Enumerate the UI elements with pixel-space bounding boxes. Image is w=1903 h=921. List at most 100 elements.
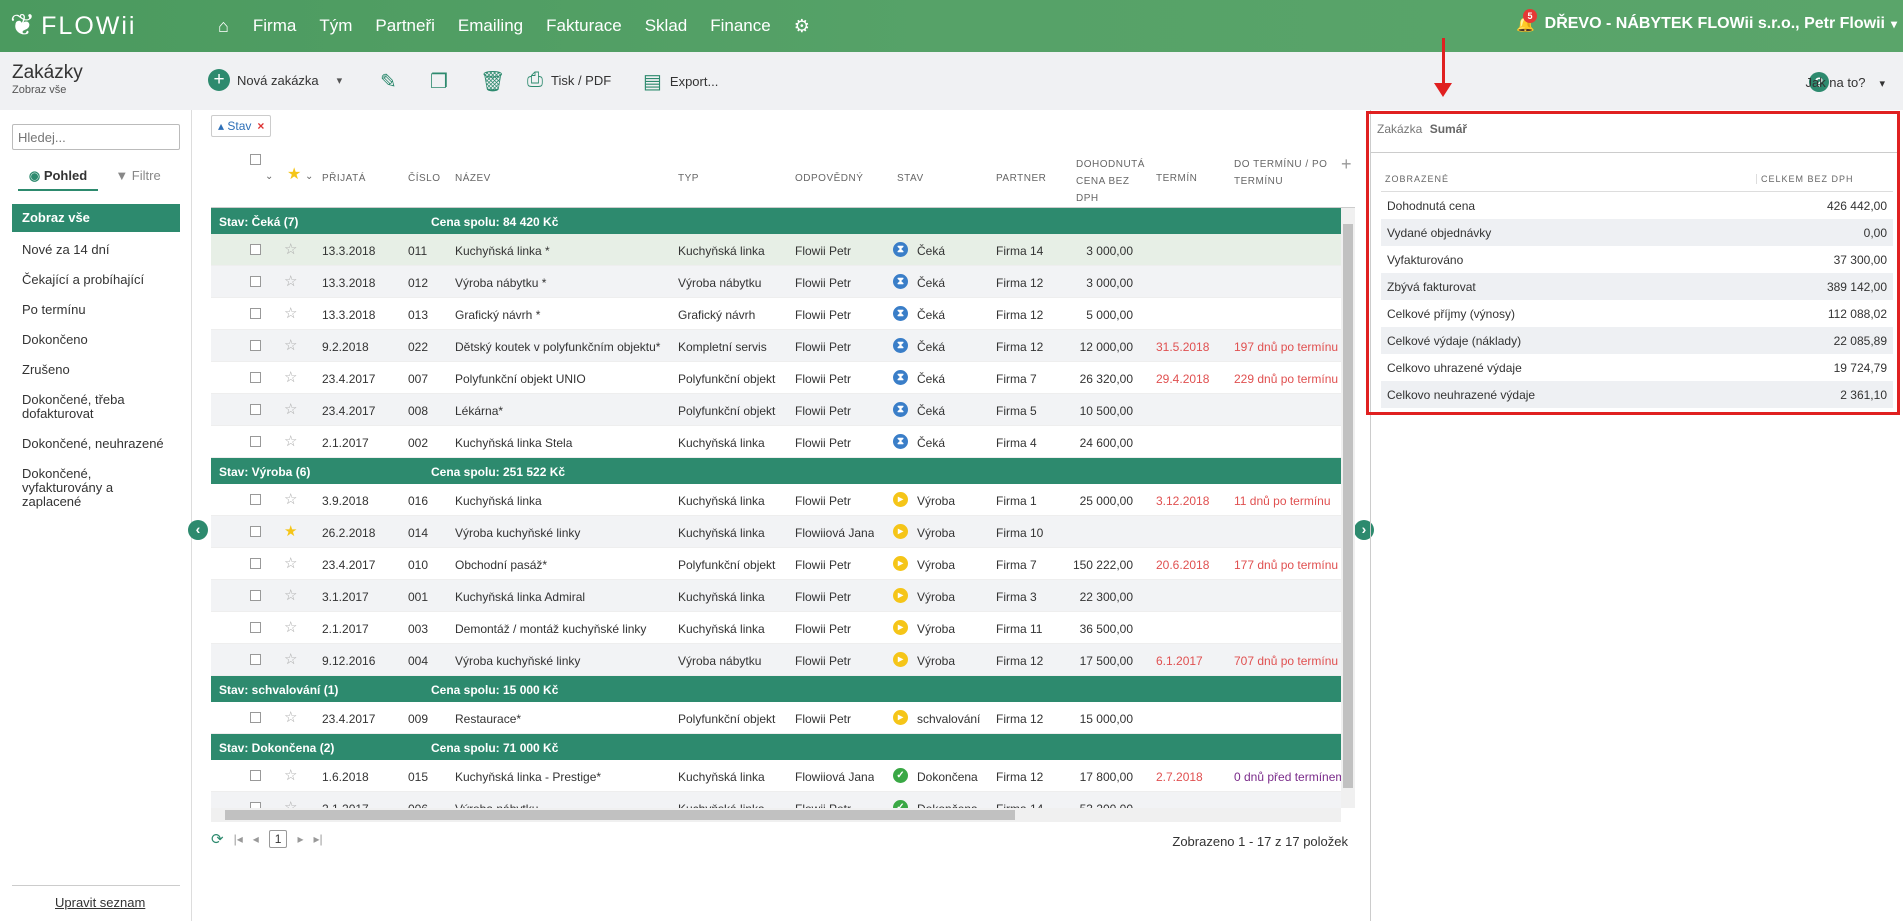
copy-button[interactable]: ❐	[430, 69, 456, 94]
star-icon[interactable]: ☆	[284, 554, 297, 572]
star-icon[interactable]: ☆	[284, 400, 297, 418]
cell-name[interactable]: Kuchyňská linka - Prestige*	[455, 770, 673, 784]
cell-name[interactable]: Kuchyňská linka *	[455, 244, 673, 258]
gear-icon[interactable]: ⚙	[794, 16, 810, 37]
group-header[interactable]: Stav: Výroba (6) Cena spolu: 251 522 Kč	[211, 458, 1341, 484]
nav-finance[interactable]: Finance	[710, 16, 770, 36]
table-row[interactable]: ☆2.1.2017006Výroba nábytkuKuchyňská link…	[211, 792, 1341, 808]
col-to-deadline[interactable]: DO TERMÍNU / PO TERMÍNU	[1234, 156, 1334, 190]
star-icon[interactable]: ★	[287, 164, 302, 184]
nav-partneri[interactable]: Partneři	[375, 16, 435, 36]
star-icon[interactable]: ☆	[284, 766, 297, 784]
group-header[interactable]: Stav: Čeká (7) Cena spolu: 84 420 Kč	[211, 208, 1341, 234]
cell-name[interactable]: Výroba nábytku *	[455, 276, 673, 290]
sidebar-item-overdue[interactable]: Po termínu	[12, 298, 180, 322]
table-row[interactable]: ☆ 13.3.2018 011 Kuchyňská linka * Kuchyňská …	[211, 234, 1341, 266]
col-responsible[interactable]: ODPOVĚDNÝ	[795, 173, 863, 184]
table-row[interactable]: ☆ 2.1.2017 002 Kuchyňská linka Stela Kuchyňs…	[211, 426, 1341, 458]
table-row[interactable]: ☆ 13.3.2018 012 Výroba nábytku * Výroba náby…	[211, 266, 1341, 298]
star-icon[interactable]: ☆	[284, 432, 297, 450]
cell-name[interactable]: Polyfunkční objekt UNIO	[455, 372, 673, 386]
cell-name[interactable]: Obchodní pasáž*	[455, 558, 673, 572]
nav-sklad[interactable]: Sklad	[645, 16, 688, 36]
cell-name[interactable]: Kuchyňská linka	[455, 494, 673, 508]
row-checkbox[interactable]	[250, 276, 261, 287]
table-row[interactable]: ☆ 23.4.2017 010 Obchodní pasáž* Polyfunkční …	[211, 548, 1341, 580]
col-price[interactable]: DOHODNUTÁ CENA BEZ DPH	[1076, 156, 1144, 207]
nav-fakturace[interactable]: Fakturace	[546, 16, 622, 36]
vertical-scrollbar[interactable]	[1341, 208, 1355, 808]
close-icon[interactable]: ×	[257, 119, 264, 133]
prev-page-icon[interactable]: ◂	[253, 832, 259, 846]
table-row[interactable]: ☆ 9.2.2018 022 Dětský koutek v polyfunkčním…	[211, 330, 1341, 362]
nav-tym[interactable]: Tým	[319, 16, 352, 36]
col-type[interactable]: TYP	[678, 173, 699, 184]
scroll-thumb[interactable]	[225, 810, 1015, 820]
bell-icon[interactable]: 🔔 5	[1516, 9, 1537, 33]
search-input[interactable]	[12, 124, 180, 150]
chevron-down-icon[interactable]: ⌄	[305, 171, 314, 182]
star-icon[interactable]: ★	[284, 522, 297, 540]
row-checkbox[interactable]	[250, 340, 261, 351]
help-link[interactable]: Jak na to? ▾	[1805, 75, 1885, 90]
star-icon[interactable]: ☆	[284, 304, 297, 322]
sidebar-item-done-invoice[interactable]: Dokončené, třeba dofakturovat	[12, 388, 180, 426]
home-icon[interactable]: ⌂	[218, 16, 229, 37]
table-row[interactable]: ☆ 23.4.2017 008 Lékárna* Polyfunkční objekt F…	[211, 394, 1341, 426]
horizontal-scrollbar[interactable]	[211, 808, 1341, 822]
sidebar-item-done[interactable]: Dokončeno	[12, 328, 180, 352]
cell-name[interactable]: Dětský koutek v polyfunkčním objektu*	[455, 340, 673, 354]
row-checkbox[interactable]	[250, 308, 261, 319]
star-icon[interactable]: ☆	[284, 336, 297, 354]
delete-button[interactable]: 🗑	[480, 69, 513, 94]
star-icon[interactable]: ☆	[284, 798, 297, 808]
tab-filter[interactable]: ▼ Filtre	[98, 168, 178, 191]
table-row[interactable]: ☆ 23.4.2017 007 Polyfunkční objekt UNIO Poly…	[211, 362, 1341, 394]
logo[interactable]: ❦ FLOWii	[10, 11, 200, 41]
cell-name[interactable]: Grafický návrh *	[455, 308, 673, 322]
cell-name[interactable]: Lékárna*	[455, 404, 673, 418]
row-checkbox[interactable]	[250, 654, 261, 665]
nav-emailing[interactable]: Emailing	[458, 16, 523, 36]
cell-name[interactable]: Výroba kuchyňské linky	[455, 526, 673, 540]
col-deadline[interactable]: TERMÍN	[1156, 173, 1197, 184]
table-row[interactable]: ★ 26.2.2018 014 Výroba kuchyňské linky Kuchy…	[211, 516, 1341, 548]
row-checkbox[interactable]	[250, 494, 261, 505]
row-checkbox[interactable]	[250, 712, 261, 723]
last-page-icon[interactable]: ▸|	[313, 832, 322, 846]
cell-name[interactable]: Kuchyňská linka Admiral	[455, 590, 673, 604]
cell-name[interactable]: Výroba kuchyňské linky	[455, 654, 673, 668]
sidebar-item-waiting[interactable]: Čekající a probíhající	[12, 268, 180, 292]
row-checkbox[interactable]	[250, 436, 261, 447]
scroll-thumb[interactable]	[1343, 224, 1353, 788]
table-row[interactable]: ☆ 3.1.2017 001 Kuchyňská linka Admiral Kuchy…	[211, 580, 1341, 612]
row-checkbox[interactable]	[250, 558, 261, 569]
col-name[interactable]: NÁZEV	[455, 173, 491, 184]
chevron-down-icon[interactable]: ⌄	[265, 171, 274, 182]
sidebar-item-cancelled[interactable]: Zrušeno	[12, 358, 180, 382]
row-checkbox[interactable]	[250, 770, 261, 781]
star-icon[interactable]: ☆	[284, 272, 297, 290]
col-accepted[interactable]: PŘIJATÁ	[322, 173, 366, 184]
star-icon[interactable]: ☆	[284, 586, 297, 604]
company-switcher[interactable]: 🔔 5 DŘEVO - NÁBYTEK FLOWii s.r.o., Petr F…	[1516, 9, 1897, 33]
chevron-down-icon[interactable]: ▾	[337, 74, 343, 87]
row-checkbox[interactable]	[250, 526, 261, 537]
new-order-button[interactable]: + Nová zakázka ▾	[208, 69, 342, 91]
sidebar-item-done-unpaid[interactable]: Dokončené, neuhrazené	[12, 432, 180, 456]
table-row[interactable]: ☆ 3.9.2018 016 Kuchyňská linka Kuchyňská lin…	[211, 484, 1341, 516]
table-row[interactable]: ☆ 9.12.2016 004 Výroba kuchyňské linky Výrob…	[211, 644, 1341, 676]
nav-firma[interactable]: Firma	[253, 16, 296, 36]
edit-list-link[interactable]: Upravit seznam	[55, 895, 145, 910]
group-header[interactable]: Stav: schvalování (1) Cena spolu: 15 000 …	[211, 676, 1341, 702]
col-number[interactable]: ČÍSLO	[408, 173, 441, 184]
star-icon[interactable]: ☆	[284, 490, 297, 508]
next-page-icon[interactable]: ▸	[297, 832, 303, 846]
col-partner[interactable]: PARTNER	[996, 173, 1046, 184]
row-checkbox[interactable]	[250, 404, 261, 415]
table-row[interactable]: ☆ 1.6.2018 015 Kuchyňská linka - Prestige* K…	[211, 760, 1341, 792]
first-page-icon[interactable]: |◂	[234, 832, 243, 846]
add-column-icon[interactable]: +	[1341, 154, 1352, 175]
group-header[interactable]: Stav: Dokončena (2) Cena spolu: 71 000 Kč	[211, 734, 1341, 760]
edit-button[interactable]: ✎	[380, 69, 405, 94]
